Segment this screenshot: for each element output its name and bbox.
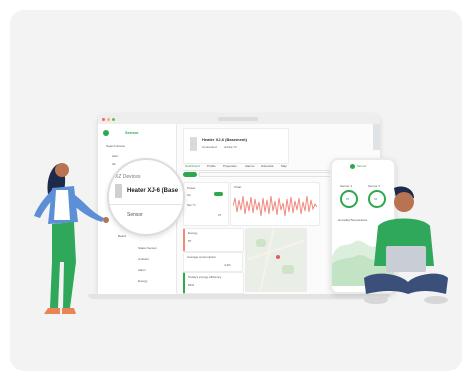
tab-profile[interactable]: Profile — [207, 164, 216, 168]
device-status: Connected — [202, 145, 217, 149]
phone-app-name: Sensor — [357, 164, 367, 168]
energy-label: Energy — [188, 231, 198, 235]
temperature-chart: Chart — [230, 182, 320, 226]
tab-map[interactable]: Map — [281, 164, 287, 168]
average-value: 4.4% — [224, 263, 231, 267]
map-pin-icon[interactable] — [276, 255, 280, 259]
efficiency-widget: Today's energy efficiency 82% — [183, 272, 244, 294]
zoom-device-title: Heater XJ-6 (Base — [127, 188, 179, 194]
energy-widget: Energy 87 — [183, 228, 244, 252]
power-label: Power — [187, 186, 196, 190]
average-widget: Average consumption 4.4% — [183, 252, 243, 272]
maximize-dot — [112, 118, 115, 121]
zoom-sub-label: Sensor — [127, 212, 143, 218]
average-label: Average consumption — [187, 255, 216, 259]
power-toggle[interactable] — [214, 192, 223, 196]
browser-topbar — [98, 114, 380, 124]
energy-value: 87 — [188, 239, 192, 243]
app-logo-text: Sensor — [125, 130, 139, 135]
laptop-base — [88, 294, 390, 299]
device-id: sn01a-73 — [224, 145, 237, 149]
set-value: 27 — [218, 213, 222, 217]
sidebar-item-status-sensor[interactable]: Status Sensor — [138, 246, 157, 250]
tab-dashboard[interactable]: Dashboard — [185, 164, 200, 168]
chart-label: Chart — [234, 185, 242, 189]
sidebar-item-energy[interactable]: Energy — [138, 279, 148, 283]
phone-header: Sensor — [332, 160, 394, 172]
gauge-a-value: 87 — [346, 197, 350, 201]
map-park — [282, 265, 294, 274]
zoom-divider — [109, 204, 183, 205]
man-figure — [364, 186, 448, 304]
app-logo-icon — [103, 130, 109, 136]
power-value: On — [187, 193, 192, 197]
minimize-dot — [107, 118, 110, 121]
tab-alarms[interactable]: Alarms — [245, 164, 254, 168]
power-widget: Power On Set °C 27 — [183, 182, 229, 226]
location-map[interactable] — [245, 228, 307, 292]
map-park — [256, 239, 266, 247]
device-header: Heater XJ-6 (Basement) Connected sn01a-7… — [183, 128, 289, 164]
gauge-a-label: Sensor 1 — [340, 184, 353, 188]
phone-logo-icon — [350, 164, 355, 169]
set-label: Set °C — [187, 203, 196, 207]
search-input[interactable]: Search device — [106, 144, 125, 148]
sidebar-item-ambient[interactable]: Ambient — [138, 257, 149, 261]
efficiency-label: Today's energy efficiency — [188, 275, 222, 279]
url-bar — [218, 117, 258, 121]
header-map — [373, 124, 380, 150]
heater-icon — [190, 137, 197, 151]
temperature-sparkline — [233, 195, 317, 217]
device-title: Heater XJ-6 (Basement) — [202, 137, 247, 142]
woman-figure — [34, 163, 109, 314]
sidebar-item-alarm[interactable]: Alarm — [138, 268, 146, 272]
filter-chip-active[interactable] — [183, 172, 197, 177]
efficiency-value: 82% — [188, 283, 195, 287]
tab-properties[interactable]: Properties — [223, 164, 237, 168]
tab-historical[interactable]: Historical — [261, 164, 273, 168]
close-dot — [102, 118, 105, 121]
